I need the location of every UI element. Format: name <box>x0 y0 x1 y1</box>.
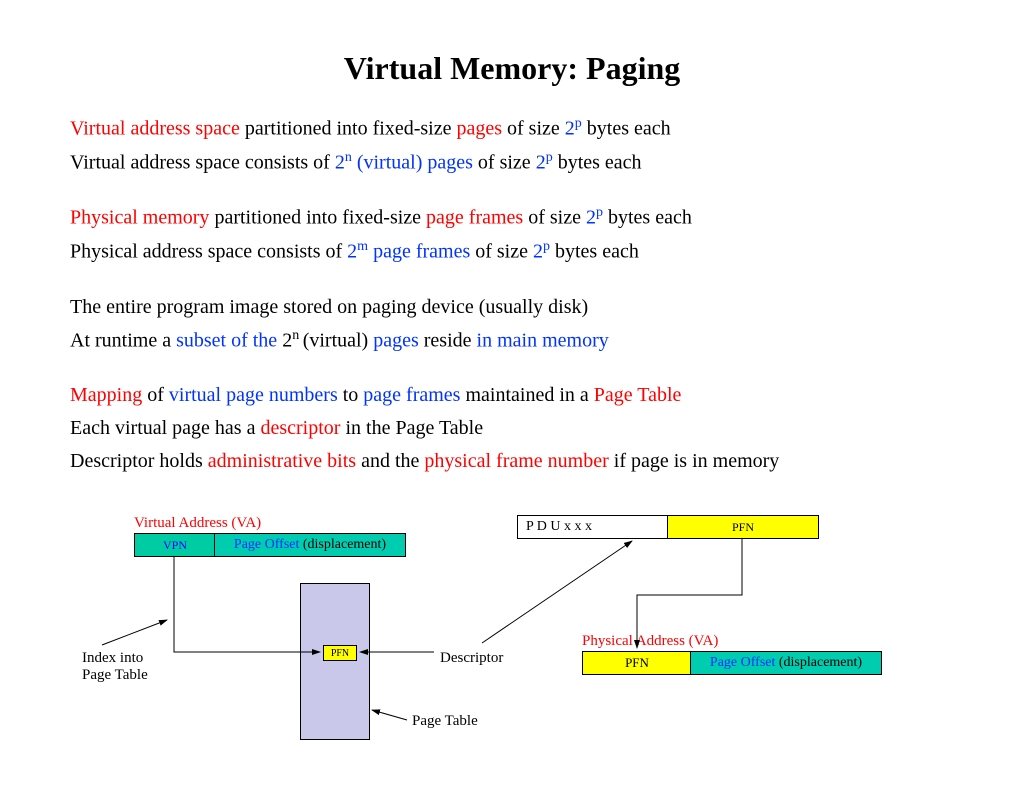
t: partitioned into fixed-size <box>214 207 426 229</box>
t: p <box>546 150 553 165</box>
t: maintained in a <box>460 384 593 406</box>
t: Physical address space consists of <box>70 241 347 263</box>
t: administrative bits <box>208 450 356 472</box>
t: pages <box>456 118 502 140</box>
t: page frames <box>368 241 475 263</box>
t: 2 <box>536 151 546 173</box>
pa-label: Physical Address (VA) <box>582 633 718 650</box>
t: reside <box>419 329 477 351</box>
t: page frames <box>363 384 460 406</box>
t: Descriptor holds <box>70 450 208 472</box>
t: (virtual) <box>303 329 374 351</box>
text-line: Each virtual page has a descriptor in th… <box>70 415 970 442</box>
t: m <box>357 239 368 254</box>
t: 2 <box>347 241 357 263</box>
text-line: Physical address space consists of 2m pa… <box>70 238 970 266</box>
t: Page Offset <box>710 655 775 670</box>
t: Index into <box>82 650 148 667</box>
t: page frames <box>426 207 523 229</box>
va-label: Virtual Address (VA) <box>134 515 261 532</box>
t: Virtual address space <box>70 118 240 140</box>
t: Virtual address space consists of <box>70 151 335 173</box>
text-line: Mapping of virtual page numbers to page … <box>70 382 970 409</box>
page-table-box <box>300 583 370 740</box>
text-line: Virtual address space partitioned into f… <box>70 115 970 143</box>
t: of size <box>523 207 586 229</box>
page-table-label: Page Table <box>412 713 478 730</box>
t: 2 <box>335 151 345 173</box>
pa-offset-box: Page Offset (displacement) <box>690 651 882 675</box>
t: to <box>338 384 364 406</box>
t: n <box>345 150 352 165</box>
t: p <box>596 205 603 220</box>
text-line: Virtual address space consists of 2n (vi… <box>70 149 970 177</box>
t: 2 <box>533 241 543 263</box>
text-line: At runtime a subset of the 2n (virtual) … <box>70 327 970 355</box>
text-line: Descriptor holds administrative bits and… <box>70 448 970 475</box>
t: bytes each <box>582 118 671 140</box>
t: and the <box>356 450 424 472</box>
t: (displacement) <box>775 655 862 670</box>
t: virtual page numbers <box>169 384 338 406</box>
t: Page Offset <box>234 537 299 552</box>
text-line: Physical memory partitioned into fixed-s… <box>70 204 970 232</box>
t: 2 <box>282 329 292 351</box>
t: descriptor <box>260 417 340 439</box>
t: Page Table <box>594 384 682 406</box>
t: Each virtual page has a <box>70 417 260 439</box>
t: p <box>575 116 582 131</box>
pfn-bottom-box: PFN <box>582 651 692 675</box>
t: Page Table <box>82 667 148 684</box>
t: in the Page Table <box>340 417 483 439</box>
t: if page is in memory <box>609 450 780 472</box>
t: bytes each <box>550 241 639 263</box>
t: subset of the <box>176 329 282 351</box>
t: of size <box>475 241 533 263</box>
t: (displacement) <box>299 537 386 552</box>
t: (virtual) pages <box>352 151 478 173</box>
vpn-box: VPN <box>134 533 216 557</box>
t: pages <box>373 329 419 351</box>
text-line: The entire program image stored on pagin… <box>70 294 970 321</box>
t: bytes each <box>553 151 642 173</box>
pfn-top-box: PFN <box>667 515 819 539</box>
t: p <box>543 239 550 254</box>
t: of size <box>502 118 565 140</box>
t: Mapping <box>70 384 142 406</box>
t: physical frame number <box>424 450 608 472</box>
t: partitioned into fixed-size <box>240 118 457 140</box>
t: in main memory <box>477 329 609 351</box>
t: of <box>142 384 169 406</box>
t: 2 <box>586 207 596 229</box>
diagram: Virtual Address (VA) VPN Page Offset (di… <box>82 515 982 775</box>
page-title: Virtual Memory: Paging <box>70 50 954 87</box>
t: of size <box>478 151 536 173</box>
descriptor-label: Descriptor <box>440 650 503 667</box>
va-offset-box: Page Offset (displacement) <box>214 533 406 557</box>
t: bytes each <box>603 207 692 229</box>
index-label: Index into Page Table <box>82 650 148 684</box>
pfn-entry-box: PFN <box>323 645 357 661</box>
pdu-box: P D U x x x <box>517 515 677 539</box>
t: 2 <box>565 118 575 140</box>
t: Physical memory <box>70 207 214 229</box>
t: At runtime a <box>70 329 176 351</box>
t: n <box>292 328 303 343</box>
